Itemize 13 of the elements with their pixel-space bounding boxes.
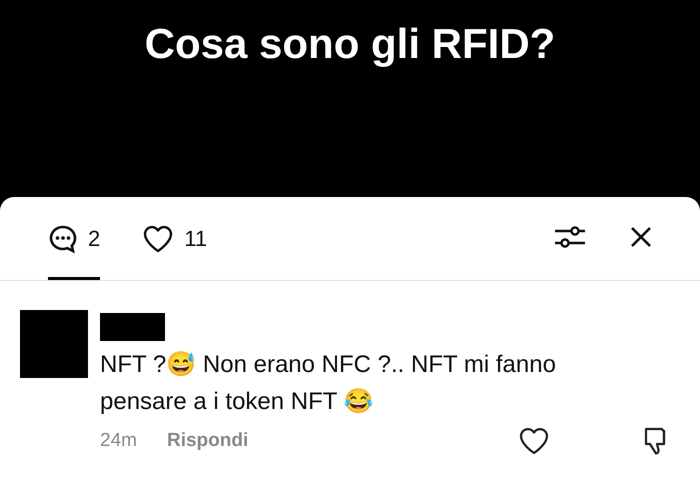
filter-icon[interactable] <box>554 225 586 249</box>
likes-tab[interactable]: 11 <box>142 196 208 280</box>
close-icon[interactable] <box>630 226 652 248</box>
comment-icon <box>48 224 78 254</box>
video-caption: Cosa sono gli RFID? <box>144 19 556 69</box>
comment-text: NFT ?😅 Non erano NFC ?.. NFT mi fanno pensare a i token NFT 😂 <box>100 350 557 417</box>
comment-time: 24m <box>100 428 137 453</box>
heart-icon[interactable] <box>518 426 550 456</box>
heart-icon <box>142 224 174 254</box>
reply-link[interactable]: Rispondi <box>166 426 248 456</box>
comments-tab[interactable]: 2 <box>48 196 100 280</box>
redacted-avatar <box>20 310 88 378</box>
redacted-username <box>100 313 165 341</box>
